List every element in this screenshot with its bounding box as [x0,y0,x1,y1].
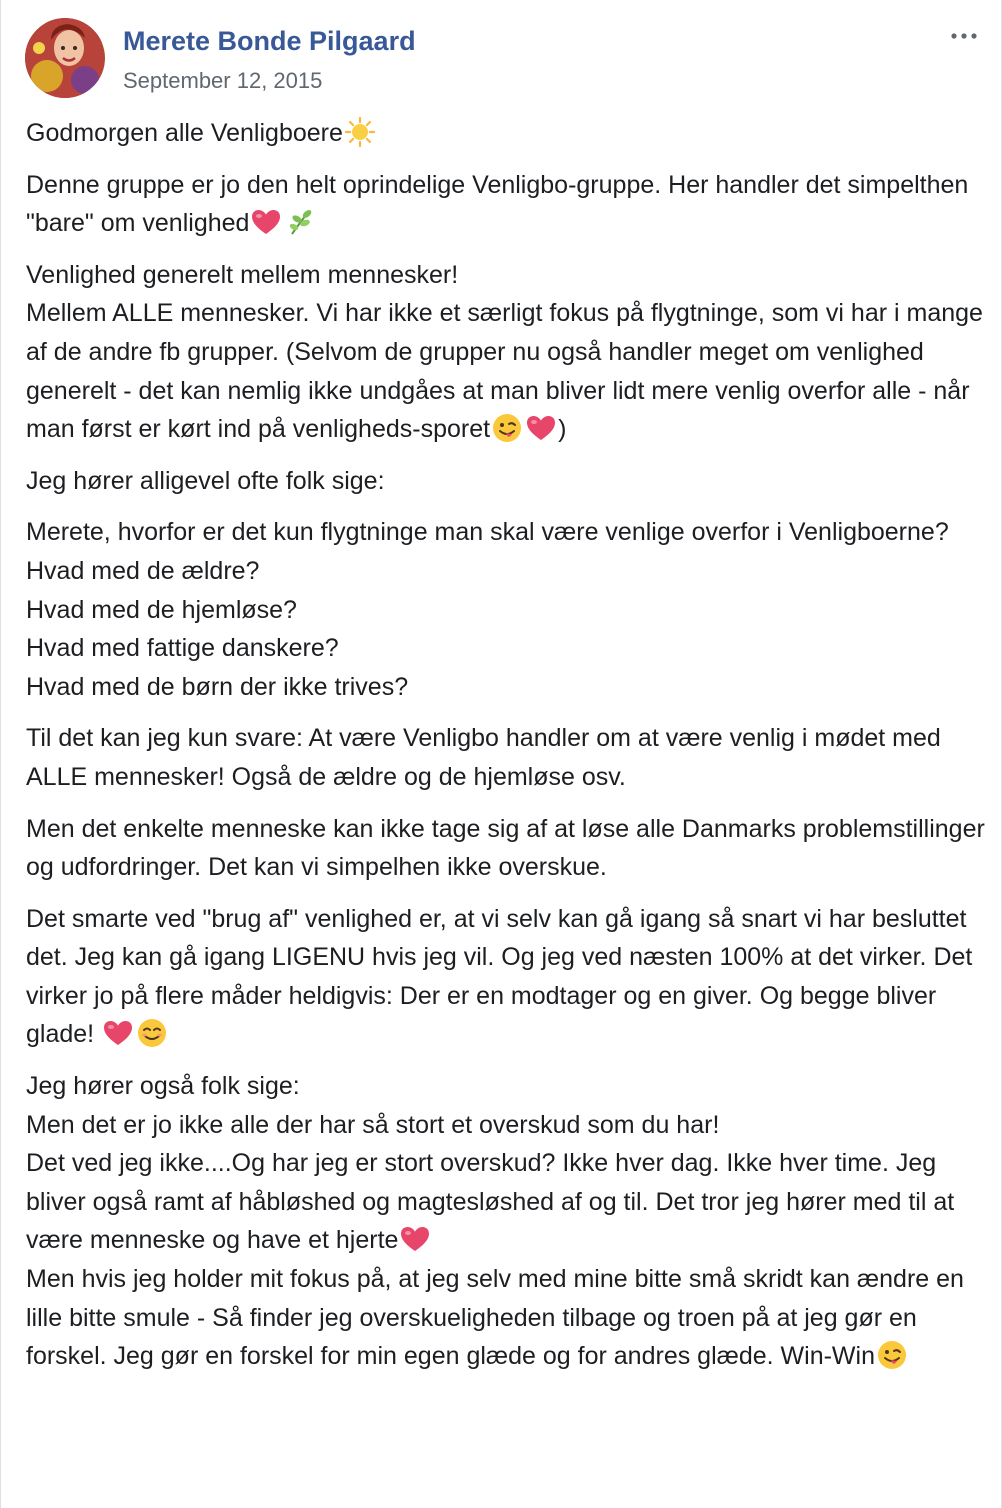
post-paragraph: Men det enkelte menneske kan ikke tage s… [26,810,986,887]
post-text: Jeg hører alligevel ofte folk sige: [26,466,385,495]
avatar-photo [25,18,105,98]
post-text: Denne gruppe er jo den helt oprindelige … [26,170,969,238]
more-options-button[interactable] [949,26,979,46]
post-text: Til det kan jeg kun svare: At være Venli… [26,724,941,791]
post-paragraph: Godmorgen alle Venligboere [26,114,986,153]
post-paragraph: Det smarte ved "brug af" venlighed er, a… [26,900,986,1054]
post-paragraph: Denne gruppe er jo den helt oprindelige … [26,166,986,243]
wink-tongue-emoji [876,1339,908,1371]
facebook-post: Merete Bonde Pilgaard September 12, 2015… [0,0,1002,1508]
herb-emoji [284,206,316,238]
smile-emoji [136,1017,168,1049]
post-body: Godmorgen alle Venligboere Denne gruppe e… [26,114,986,1389]
post-paragraph: Venlighed generelt mellem mennesker! Mel… [26,256,986,449]
author-avatar[interactable] [25,18,105,98]
more-horizontal-icon [951,33,977,39]
post-paragraph: Jeg hører alligevel ofte folk sige: [26,462,986,501]
post-header: Merete Bonde Pilgaard September 12, 2015 [25,16,979,100]
wink-tongue-emoji [491,412,523,444]
post-text: Merete, hvorfor er det kun flygtninge ma… [26,518,949,701]
heart-emoji [250,206,282,238]
sun-emoji [344,116,376,148]
post-text: Jeg hører også folk sige: Men det er jo … [26,1072,955,1255]
post-timestamp-link[interactable]: September 12, 2015 [123,68,322,94]
post-paragraph: Jeg hører også folk sige: Men det er jo … [26,1067,986,1376]
post-paragraph: Merete, hvorfor er det kun flygtninge ma… [26,513,986,706]
post-paragraph: Til det kan jeg kun svare: At være Venli… [26,719,986,796]
heart-emoji [525,412,557,444]
heart-emoji [102,1017,134,1049]
post-text: ) [558,415,567,444]
post-text: Men hvis jeg holder mit fokus på, at jeg… [26,1265,964,1371]
post-text: Godmorgen alle Venligboere [26,119,343,147]
post-text: Men det enkelte menneske kan ikke tage s… [26,814,985,882]
heart-emoji [399,1223,431,1255]
author-name-link[interactable]: Merete Bonde Pilgaard [123,26,416,57]
